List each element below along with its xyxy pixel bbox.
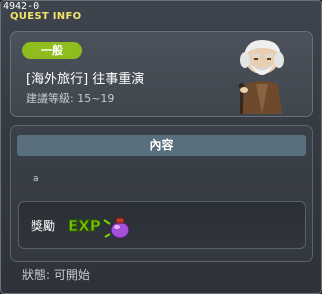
quest-summary-panel: 一般 [海外旅行] 往事重演 建議等級: 15~19 [10,31,313,117]
reward-label: 獎勵 [31,219,56,233]
exp-label: EXP [68,217,101,235]
recommended-level: 建議等級: 15~19 [26,92,115,105]
reward-box: 獎勵 EXP [18,201,306,249]
quest-info-window: 4942-0 QUEST INFO 一般 [海外旅行] 往事重演 建議等級: 1… [0,0,322,294]
quest-category-badge: 一般 [22,42,82,59]
window-title: QUEST INFO [10,11,82,22]
exp-potion-icon: EXP [68,217,130,239]
quest-name: [海外旅行] 往事重演 [26,72,145,87]
content-text: a [33,174,39,184]
npc-old-man-portrait [238,40,284,114]
quest-status: 狀態: 可開始 [22,268,90,282]
quest-content-panel: 內容 a 獎勵 EXP [10,125,313,262]
content-header: 內容 [17,135,306,156]
